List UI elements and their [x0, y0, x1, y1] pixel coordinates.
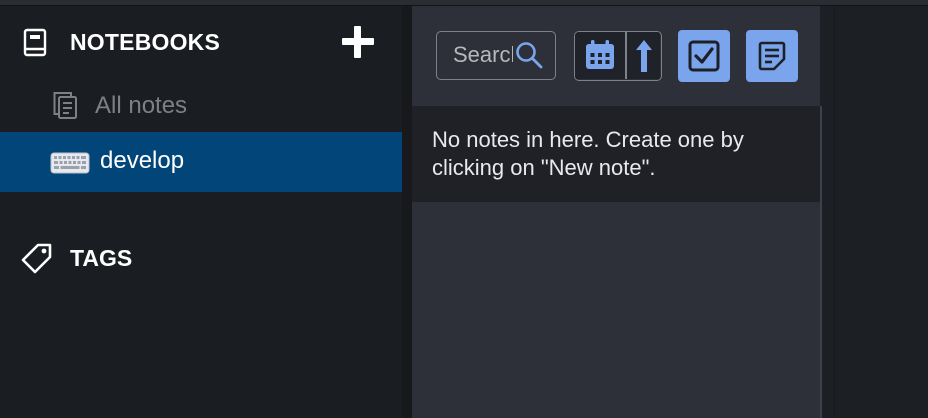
- add-notebook-button[interactable]: [340, 24, 376, 60]
- empty-note-list: No notes in here. Create one by clicking…: [412, 106, 820, 202]
- empty-message: No notes in here. Create one by clicking…: [432, 127, 744, 180]
- sidebar: [0, 6, 402, 418]
- keyboard-emoji-icon: [50, 152, 90, 174]
- sidebar-item-develop[interactable]: develop: [0, 132, 402, 192]
- notebook-icon: [22, 28, 48, 60]
- search-box[interactable]: [436, 31, 556, 80]
- sort-order-field-button[interactable]: [575, 32, 625, 79]
- notebooks-title: NOTEBOOKS: [70, 29, 221, 55]
- notebooks-header[interactable]: NOTEBOOKS: [0, 20, 402, 64]
- new-todo-button[interactable]: [678, 30, 730, 82]
- sidebar-splitter[interactable]: [402, 6, 412, 418]
- editor-edge: [834, 6, 835, 418]
- tags-header[interactable]: TAGS: [0, 236, 402, 280]
- tags-title: TAGS: [70, 245, 133, 271]
- search-icon[interactable]: [515, 41, 545, 71]
- all-notes-icon: [50, 90, 80, 122]
- sidebar-item-all-notes[interactable]: All notes: [0, 82, 402, 132]
- sort-controls: [574, 31, 662, 81]
- editor-area: [822, 6, 928, 418]
- sort-direction-button[interactable]: [627, 32, 660, 79]
- search-input[interactable]: [453, 42, 513, 68]
- tag-icon: [20, 242, 54, 276]
- sidebar-item-label: All notes: [95, 92, 188, 119]
- sidebar-item-label: develop: [100, 147, 185, 174]
- new-note-button[interactable]: [746, 30, 798, 82]
